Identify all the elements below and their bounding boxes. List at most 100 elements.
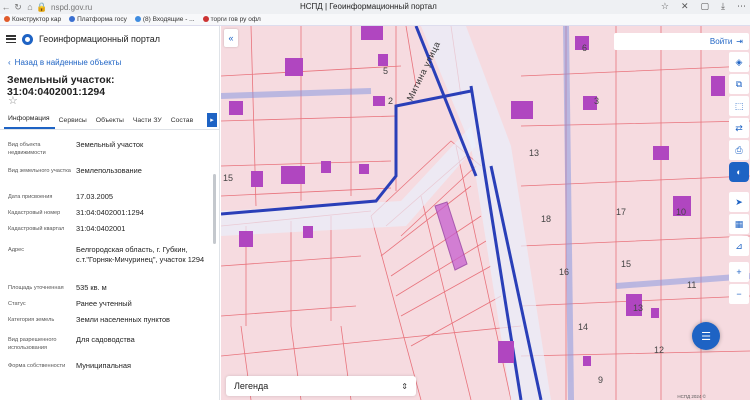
parcel-number: 9 [598, 375, 604, 385]
map-canvas[interactable] [221, 26, 750, 400]
property-row: Форма собственности Муниципальная [8, 361, 211, 375]
selected-parcel [434, 201, 468, 271]
browser-toolbar: ← ↻ ⌂ 🔒 nspd.gov.ru НСПД | Геоинформацио… [0, 0, 750, 14]
tab-information[interactable]: Информация [4, 115, 55, 129]
portal-header: Геоинформационный портал [0, 26, 219, 52]
property-value: Землепользование [76, 166, 142, 175]
property-list: Вид объекта недвижимости Земельный участо… [0, 140, 219, 375]
property-key: Дата присвоения [8, 194, 53, 200]
login-label: Войти [709, 37, 733, 46]
property-value: Земли населенных пунктов [76, 315, 170, 324]
property-value: Белгородская область, г. Губкин, с.т."Го… [76, 245, 205, 264]
tabs-scroll-right-icon[interactable]: ▸ [207, 113, 217, 127]
property-value: 17.03.2005 [76, 192, 113, 201]
property-row: Вид земельного участка Землепользование [8, 166, 211, 192]
property-key: Статус [8, 301, 26, 307]
chat-assistant-button[interactable]: ☰ [692, 322, 720, 350]
lock-icon: 🔒 [36, 1, 48, 12]
property-row: Дата присвоения 17.03.2005 [8, 192, 211, 208]
reload-icon[interactable]: ↻ [12, 2, 24, 13]
bookmark-favicon-icon [4, 16, 10, 22]
zoom-in-icon[interactable]: + [729, 262, 749, 282]
measure-icon[interactable]: ◐ [729, 162, 749, 182]
parcel-number: 13 [633, 303, 644, 313]
property-value: 535 кв. м [76, 283, 107, 292]
bookmarks-bar: Конструктор кар Платформа госу (8) Входя… [0, 14, 750, 26]
parcel-number: 10 [676, 207, 687, 217]
property-key: Кадастровый номер [8, 210, 61, 216]
parcel-number: 5 [383, 66, 389, 76]
home-icon[interactable]: ⌂ [24, 2, 36, 12]
collections-icon[interactable]: ▢ [701, 1, 710, 12]
parcel-number: 11 [687, 280, 697, 290]
property-row: Адрес Белгородская область, г. Губкин, с.… [8, 245, 211, 283]
parcel-number: 6 [582, 43, 588, 53]
parcel-number: 2 [388, 96, 394, 106]
map-toolbar: ◈ ⧉ ⬚ ⇄ ⎙ ◐ ➤ ▦ ⊿ + − [729, 52, 749, 304]
basemap-icon[interactable]: ▦ [729, 214, 749, 234]
parcel-number: 15 [223, 173, 234, 183]
map-attribution: НСПД 2024 © [677, 394, 706, 399]
layers-icon[interactable]: ◈ [729, 52, 749, 72]
bookmark-item[interactable]: Конструктор кар [4, 16, 61, 23]
property-row: Вид объекта недвижимости Земельный участо… [8, 140, 211, 166]
bookmark-favicon-icon [134, 16, 141, 22]
property-value: Для садоводства [76, 335, 135, 344]
share-icon[interactable]: ⇄ [729, 118, 749, 138]
property-value: 31:04:0402001:1294 [76, 208, 144, 217]
parcel-number: 12 [654, 345, 665, 355]
tab-objects[interactable]: Объекты [92, 117, 129, 129]
layers-filter-icon[interactable]: ⧉ [729, 74, 749, 94]
cadastral-map[interactable]: Митина улица 6 5 3 2 15 18 17 16 15 10 1… [221, 26, 750, 400]
address-bar[interactable]: nspd.gov.ru [51, 3, 92, 12]
back-arrow-icon[interactable]: ← [0, 2, 12, 12]
info-tabs: Информация Сервисы Объекты Части ЗУ Сост… [0, 112, 219, 130]
bookmark-item[interactable]: торги гов ру офл [202, 16, 261, 23]
parcel-number: 3 [594, 96, 600, 106]
zoom-out-icon[interactable]: − [729, 284, 749, 304]
parcel-number: 17 [616, 207, 627, 217]
tab-composition[interactable]: Состав [167, 117, 199, 129]
menu-burger-icon[interactable] [6, 35, 16, 43]
extension-icon[interactable]: ✕ [681, 1, 689, 12]
bookmark-item[interactable]: (8) Входящие - ... [134, 16, 195, 23]
property-key: Вид разрешенного использования [8, 337, 57, 351]
object-title: Земельный участок: 31:04:0402001:1294 [7, 74, 115, 98]
property-key: Кадастровый квартал [8, 226, 65, 232]
parcel-number: 13 [529, 148, 540, 158]
chevron-left-icon: ‹ [8, 57, 11, 67]
property-key: Категория земель [8, 317, 55, 323]
property-row: Статус Ранее учтенный [8, 299, 211, 315]
parcel-number: 14 [578, 322, 589, 332]
chevron-updown-icon: ⇕ [401, 381, 408, 391]
property-value: Муниципальная [76, 361, 131, 370]
property-value: Ранее учтенный [76, 299, 132, 308]
legend-label: Легенда [234, 381, 269, 391]
download-icon[interactable]: ⤓ [721, 1, 725, 12]
bookmark-favicon-icon [69, 16, 76, 22]
bookmark-favicon-icon [202, 16, 209, 22]
tab-services[interactable]: Сервисы [55, 117, 92, 129]
collapse-panel-button[interactable]: « [224, 29, 238, 47]
ruler-icon[interactable]: ⊿ [729, 236, 749, 256]
print-icon[interactable]: ⎙ [729, 140, 749, 160]
geolocation-icon[interactable]: ➤ [729, 192, 749, 212]
portal-name: Геоинформационный портал [39, 34, 160, 44]
select-area-icon[interactable]: ⬚ [729, 96, 749, 116]
login-arrow-icon: ⇥ [736, 37, 743, 46]
property-row: Вид разрешенного использования Для садово… [8, 335, 211, 361]
property-key: Адрес [8, 247, 25, 253]
login-button[interactable]: Войти ⇥ [614, 33, 749, 50]
legend-select[interactable]: Легенда ⇕ [226, 376, 416, 396]
property-key: Площадь уточненная [8, 285, 64, 291]
back-to-results-link[interactable]: ‹ Назад в найденные объекты [0, 52, 219, 72]
bookmark-star-icon[interactable]: ☆ [661, 1, 669, 12]
property-key: Форма собственности [8, 363, 66, 369]
panel-scrollbar[interactable] [213, 174, 216, 244]
menu-dots-icon[interactable]: ⋯ [737, 1, 746, 12]
property-value: Земельный участок [76, 140, 144, 149]
bookmark-item[interactable]: Платформа госу [69, 16, 127, 23]
parcel-number: 16 [559, 267, 570, 277]
tab-parts[interactable]: Части ЗУ [129, 117, 167, 129]
property-value: 31:04:0402001 [76, 224, 126, 233]
